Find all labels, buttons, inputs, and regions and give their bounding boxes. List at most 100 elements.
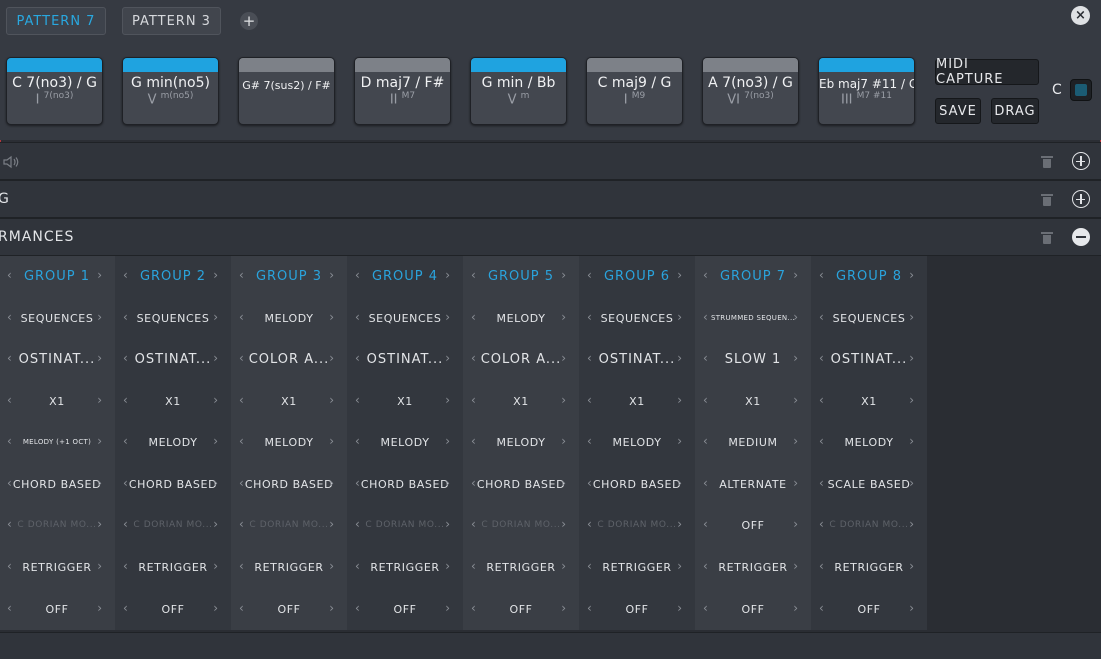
chevron-left-icon[interactable]: ‹	[471, 476, 476, 490]
trash-icon[interactable]	[1041, 232, 1053, 244]
group-scale-selector[interactable]: ‹ C DORIAN MO... ›	[463, 515, 579, 535]
chevron-left-icon[interactable]: ‹	[239, 310, 244, 324]
chevron-right-icon[interactable]: ›	[561, 517, 566, 531]
chevron-right-icon[interactable]: ›	[793, 434, 798, 448]
chevron-left-icon[interactable]: ‹	[471, 393, 476, 407]
chevron-left-icon[interactable]: ‹	[819, 351, 824, 365]
group-type-selector[interactable]: ‹ MELODY ›	[463, 308, 579, 328]
chevron-right-icon[interactable]: ›	[561, 476, 566, 490]
chevron-left-icon[interactable]: ‹	[239, 393, 244, 407]
chevron-left-icon[interactable]: ‹	[703, 601, 708, 615]
chevron-left-icon[interactable]: ‹	[587, 476, 592, 490]
chevron-right-icon[interactable]: ›	[97, 517, 102, 531]
chevron-left-icon[interactable]: ‹	[819, 601, 824, 615]
chord-slot-1[interactable]: C 7(no3) / G I 7(no3)	[6, 57, 103, 125]
group-type-selector[interactable]: ‹ SEQUENCES ›	[811, 308, 927, 328]
chevron-left-icon[interactable]: ‹	[239, 601, 244, 615]
chevron-right-icon[interactable]: ›	[793, 559, 798, 573]
group-scale-selector[interactable]: ‹ C DORIAN MO... ›	[579, 515, 695, 535]
group-type-selector[interactable]: ‹ SEQUENCES ›	[115, 308, 231, 328]
chevron-right-icon[interactable]: ›	[329, 434, 334, 448]
group-scale-selector[interactable]: ‹ OFF ›	[695, 515, 811, 535]
chevron-left-icon[interactable]: ‹	[123, 434, 128, 448]
group-scale-selector[interactable]: ‹ C DORIAN MO... ›	[231, 515, 347, 535]
chord-slot-8[interactable]: Eb maj7 #11 / G III M7 #11	[818, 57, 915, 125]
group-source-selector[interactable]: ‹ CHORD BASED ›	[463, 474, 579, 494]
chevron-right-icon[interactable]: ›	[909, 434, 914, 448]
chevron-right-icon[interactable]: ›	[677, 393, 682, 407]
chevron-right-icon[interactable]: ›	[213, 601, 218, 615]
chevron-right-icon[interactable]: ›	[909, 393, 914, 407]
chevron-right-icon[interactable]: ›	[909, 476, 914, 490]
key-toggle[interactable]	[1070, 79, 1092, 101]
chevron-left-icon[interactable]: ‹	[703, 476, 708, 490]
chevron-right-icon[interactable]: ›	[97, 434, 102, 448]
chevron-left-icon[interactable]: ‹	[7, 351, 12, 365]
group-type-selector[interactable]: ‹ STRUMMED SEQUEN... ›	[695, 308, 811, 328]
close-button[interactable]: ×	[1071, 6, 1090, 25]
chevron-right-icon[interactable]: ›	[329, 393, 334, 407]
group-mode-selector[interactable]: ‹ MELODY ›	[231, 432, 347, 452]
chevron-left-icon[interactable]: ‹	[355, 517, 360, 531]
chevron-right-icon[interactable]: ›	[561, 268, 566, 282]
group-header[interactable]: ‹ GROUP 2 ›	[115, 266, 231, 286]
collapse-section-button[interactable]	[1072, 228, 1090, 246]
chevron-left-icon[interactable]: ‹	[819, 559, 824, 573]
group-header[interactable]: ‹ GROUP 3 ›	[231, 266, 347, 286]
chevron-right-icon[interactable]: ›	[909, 559, 914, 573]
chevron-right-icon[interactable]: ›	[97, 310, 102, 324]
chevron-right-icon[interactable]: ›	[561, 351, 566, 365]
chevron-right-icon[interactable]: ›	[445, 310, 450, 324]
group-trigger-selector[interactable]: ‹ RETRIGGER ›	[0, 557, 115, 577]
chevron-left-icon[interactable]: ‹	[239, 476, 244, 490]
chevron-left-icon[interactable]: ‹	[355, 476, 360, 490]
chevron-right-icon[interactable]: ›	[97, 351, 102, 365]
chevron-left-icon[interactable]: ‹	[471, 268, 476, 282]
group-source-selector[interactable]: ‹ CHORD BASED ›	[115, 474, 231, 494]
chevron-left-icon[interactable]: ‹	[703, 517, 708, 531]
group-source-selector[interactable]: ‹ CHORD BASED ›	[579, 474, 695, 494]
chevron-right-icon[interactable]: ›	[97, 268, 102, 282]
chevron-left-icon[interactable]: ‹	[471, 351, 476, 365]
chevron-right-icon[interactable]: ›	[909, 351, 914, 365]
chevron-left-icon[interactable]: ‹	[123, 393, 128, 407]
chevron-right-icon[interactable]: ›	[793, 268, 798, 282]
chevron-left-icon[interactable]: ‹	[239, 517, 244, 531]
chevron-left-icon[interactable]: ‹	[239, 559, 244, 573]
chevron-left-icon[interactable]: ‹	[355, 434, 360, 448]
chevron-right-icon[interactable]: ›	[561, 559, 566, 573]
chevron-left-icon[interactable]: ‹	[819, 434, 824, 448]
group-pattern-selector[interactable]: ‹ SLOW 1 ›	[695, 349, 811, 369]
group-mode-selector[interactable]: ‹ MELODY (+1 OCT) ›	[0, 432, 115, 452]
chevron-left-icon[interactable]: ‹	[819, 393, 824, 407]
group-source-selector[interactable]: ‹ ALTERNATE ›	[695, 474, 811, 494]
group-pattern-selector[interactable]: ‹ OSTINAT... ›	[579, 349, 695, 369]
group-header[interactable]: ‹ GROUP 1 ›	[0, 266, 115, 286]
expand-section-button[interactable]	[1072, 152, 1090, 170]
group-source-selector[interactable]: ‹ CHORD BASED ›	[347, 474, 463, 494]
group-header[interactable]: ‹ GROUP 5 ›	[463, 266, 579, 286]
chevron-left-icon[interactable]: ‹	[587, 351, 592, 365]
chevron-left-icon[interactable]: ‹	[471, 559, 476, 573]
chevron-left-icon[interactable]: ‹	[587, 268, 592, 282]
chevron-left-icon[interactable]: ‹	[703, 434, 708, 448]
midi-capture-button[interactable]: MIDI CAPTURE	[935, 57, 1039, 87]
chevron-right-icon[interactable]: ›	[329, 517, 334, 531]
chevron-right-icon[interactable]: ›	[213, 559, 218, 573]
group-source-selector[interactable]: ‹ SCALE BASED ›	[811, 474, 927, 494]
chevron-right-icon[interactable]: ›	[97, 559, 102, 573]
chevron-right-icon[interactable]: ›	[561, 601, 566, 615]
trash-icon[interactable]	[1041, 194, 1053, 206]
tab-pattern-3[interactable]: PATTERN 3	[122, 7, 221, 35]
section-row-1[interactable]	[0, 142, 1101, 180]
group-pattern-selector[interactable]: ‹ OSTINAT... ›	[811, 349, 927, 369]
chevron-right-icon[interactable]: ›	[213, 351, 218, 365]
chevron-right-icon[interactable]: ›	[909, 268, 914, 282]
chevron-left-icon[interactable]: ‹	[239, 434, 244, 448]
chevron-right-icon[interactable]: ›	[793, 351, 798, 365]
chevron-right-icon[interactable]: ›	[793, 601, 798, 615]
group-mode-selector[interactable]: ‹ MELODY ›	[811, 432, 927, 452]
chevron-right-icon[interactable]: ›	[213, 517, 218, 531]
chevron-left-icon[interactable]: ‹	[123, 476, 128, 490]
chord-slot-4[interactable]: D maj7 / F# II M7	[354, 57, 451, 125]
